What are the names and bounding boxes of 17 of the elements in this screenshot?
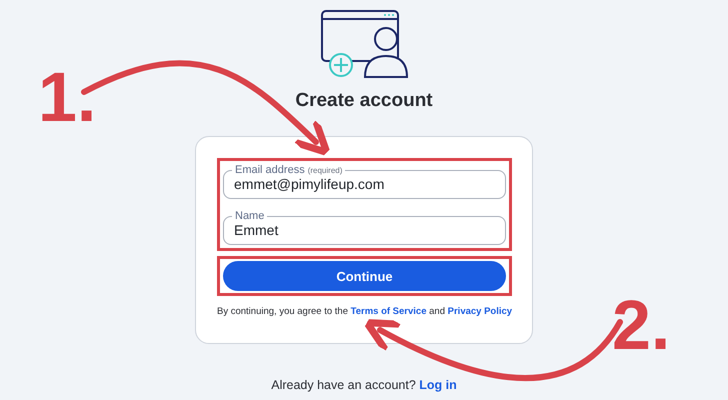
field-label: Name — [235, 210, 264, 222]
name-field[interactable]: Name Emmet — [223, 211, 506, 245]
account-icon — [319, 8, 409, 78]
field-label: Email address — [235, 164, 305, 176]
page-title: Create account — [295, 90, 433, 112]
privacy-link[interactable]: Privacy Policy — [448, 306, 512, 317]
email-input[interactable]: emmet@pimylifeup.com — [234, 176, 495, 192]
continue-button[interactable]: Continue — [223, 261, 506, 291]
name-input[interactable]: Emmet — [234, 222, 495, 238]
step-number: 2. — [612, 290, 670, 360]
login-prompt: Already have an account? Log in — [271, 378, 457, 392]
step-number: 1. — [38, 62, 96, 132]
email-field[interactable]: Email address (required) emmet@pimylifeup.com — [223, 165, 506, 199]
login-link[interactable]: Log in — [419, 378, 457, 392]
terms-link[interactable]: Terms of Service — [350, 306, 426, 317]
required-hint: (required) — [308, 166, 342, 175]
terms-text: By continuing, you agree to the Terms of Service and Privacy Policy — [217, 306, 512, 317]
